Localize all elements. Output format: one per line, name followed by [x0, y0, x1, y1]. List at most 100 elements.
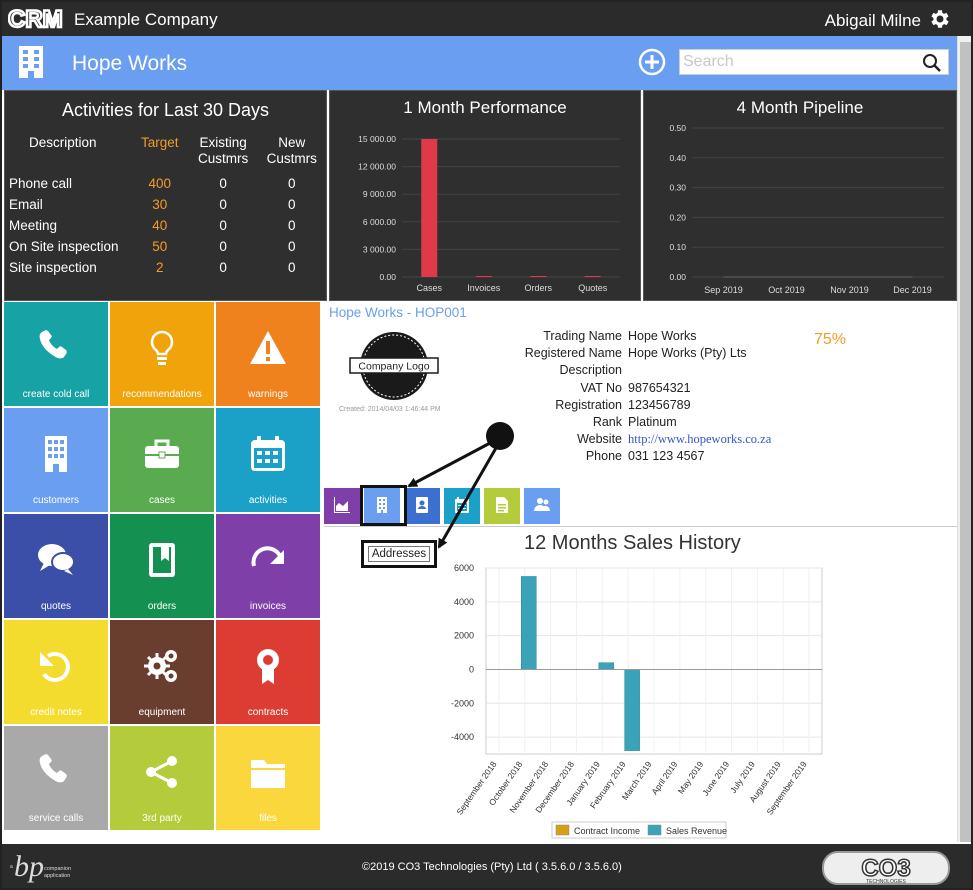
activity-row: Phone call 400 0 0 [9, 173, 326, 194]
record-header: Hope Works [2, 36, 957, 90]
record-tab-contacts-book[interactable] [404, 488, 440, 524]
tile-label: cases [148, 495, 176, 506]
bar-orders [530, 276, 547, 277]
field-value: Hope Works (Pty) Lts [628, 346, 747, 361]
field-label: Description [559, 363, 622, 378]
y-tick-label: 12 000.00 [358, 162, 396, 172]
pipeline-chart: 0.00 0.10 0.20 0.30 0.40 0.50 Sep 2019 Oct 2019… [669, 123, 944, 295]
undo-arrow-icon [40, 652, 70, 682]
y-tick-label: 0.40 [669, 153, 686, 163]
tile-label: invoices [249, 601, 287, 612]
tile-label: files [259, 813, 277, 824]
activities-panel: Activities for Last 30 Days Description … [4, 90, 327, 301]
y-tick-label: 0 [469, 664, 474, 674]
record-tab-users[interactable] [524, 488, 560, 524]
performance-panel: 1 Month Performance 0.00 3 000.00 6 000.00… [329, 90, 641, 301]
add-icon[interactable] [638, 48, 666, 76]
legend-swatch [647, 824, 662, 836]
field-value: 123456789 [628, 397, 691, 412]
tile-activities[interactable]: activities [216, 408, 320, 512]
tile-recommendations[interactable]: recommendations [110, 302, 214, 406]
activity-target: 400 [148, 176, 171, 191]
co3-logo-text: CO3 [861, 855, 910, 882]
tile-service-calls[interactable]: service calls [4, 726, 108, 830]
tile-label: quotes [40, 601, 72, 612]
svg-text:companion: companion [44, 866, 71, 872]
pipeline-title: 4 Month Pipeline [736, 98, 864, 117]
tile-label: warnings [247, 389, 289, 400]
tile-customers[interactable]: customers [4, 408, 108, 512]
company-logo: Company Logo [349, 332, 439, 400]
record-title[interactable]: Hope Works - HOP001 [329, 305, 467, 320]
y-tick-label: 2000 [454, 631, 474, 641]
x-tick-label: Invoices [467, 283, 501, 293]
tile-orders[interactable]: orders [110, 514, 214, 618]
activity-target: 40 [152, 218, 168, 233]
tile-warnings[interactable]: warnings [216, 302, 320, 406]
building-icon [45, 436, 67, 472]
activity-new: 0 [287, 239, 296, 254]
performance-title: 1 Month Performance [403, 98, 567, 117]
activity-row: On Site inspection 50 0 0 [9, 236, 326, 257]
tile-contracts[interactable]: contracts [216, 620, 320, 724]
tile-label: 3rd party [142, 813, 182, 824]
field-value[interactable]: http://www.hopeworks.co.za [628, 432, 771, 447]
field-label: Trading Name [543, 329, 622, 343]
x-tick-label: Quotes [578, 283, 608, 293]
tab-highlight-box [360, 485, 407, 526]
tile-invoices[interactable]: invoices [216, 514, 320, 618]
co3-logo-sub: TECHNOLOGIES [866, 879, 906, 885]
field-label: Registered Name [524, 346, 622, 361]
activity-existing: 0 [219, 176, 227, 191]
field-value: 987654321 [628, 380, 691, 395]
tile-quotes[interactable]: quotes [4, 514, 108, 618]
bar-cases [421, 139, 438, 277]
tile-3rd-party[interactable]: 3rd party [110, 726, 214, 830]
svg-text:bp: bp [14, 850, 44, 883]
search-input[interactable] [680, 50, 910, 74]
field-value: Hope Works [628, 329, 697, 343]
activity-target: 50 [152, 239, 168, 254]
calendar-icon [251, 436, 285, 471]
bar-invoices [475, 276, 492, 277]
activity-new: 0 [287, 218, 296, 233]
copyright-text: ©2019 CO3 Technologies (Pty) Ltd ( 3.5.6… [362, 861, 622, 873]
legend-swatch [555, 824, 570, 836]
record-tab-calendar[interactable] [444, 488, 480, 524]
x-tick-label: September 2018 [454, 759, 498, 816]
x-tick-label: April 2019 [649, 759, 679, 796]
bp-logo: bp a companion application [10, 850, 71, 883]
y-tick-label: 0.10 [669, 242, 686, 252]
vertical-scrollbar[interactable] [957, 36, 971, 842]
gear-icon[interactable] [927, 7, 951, 31]
gears-icon [144, 650, 177, 682]
y-tick-label: 0.30 [669, 183, 686, 193]
tile-create-cold-call[interactable]: create cold call [4, 302, 108, 406]
search-icon[interactable] [922, 53, 942, 73]
field-label: Phone [585, 449, 622, 464]
co3-logo: CO3 TECHNOLOGIES [822, 851, 950, 885]
y-tick-label: 3 000.00 [363, 244, 396, 254]
y-tick-label: 9 000.00 [363, 189, 396, 199]
x-tick-label: Sep 2019 [704, 285, 743, 295]
award-icon [257, 649, 279, 684]
tile-cases[interactable]: cases [110, 408, 214, 512]
y-tick-label: 6000 [454, 563, 474, 573]
activity-description: Phone call [9, 176, 73, 191]
tile-equipment[interactable]: equipment [110, 620, 214, 724]
scrollbar-thumb[interactable] [960, 42, 971, 842]
folder-icon [251, 760, 285, 788]
tile-credit-notes[interactable]: credit notes [4, 620, 108, 724]
document-icon [496, 497, 508, 513]
tile-files[interactable]: files [216, 726, 320, 830]
record-tab-document[interactable] [484, 488, 520, 524]
crm-logo[interactable]: CRM [8, 7, 64, 31]
field-label: Website [577, 432, 622, 447]
activity-existing: 0 [219, 197, 227, 212]
user-name[interactable]: Abigail Milne [825, 11, 921, 31]
field-label: Rank [592, 414, 622, 429]
phone-icon [39, 330, 67, 359]
tile-label: equipment [138, 707, 186, 718]
record-tab-area-chart[interactable] [324, 488, 360, 524]
activity-row: Email 30 0 0 [9, 194, 326, 215]
